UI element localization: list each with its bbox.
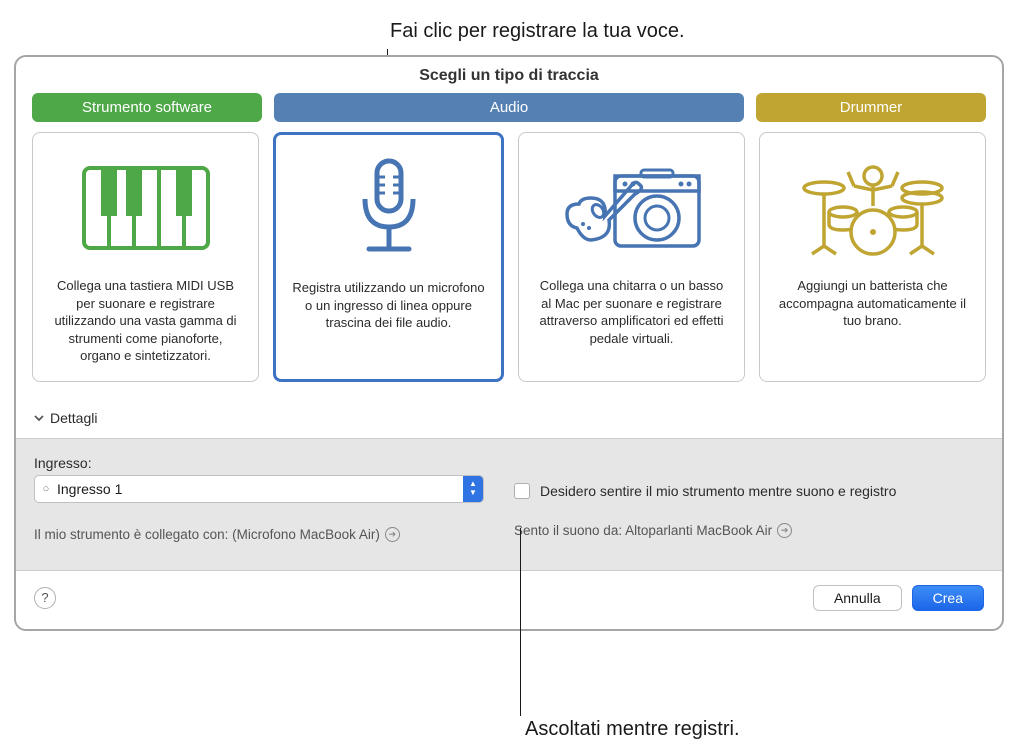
card-drums-desc: Aggiungi un batterista che accompagna au… (774, 277, 971, 330)
details-panel: Ingresso: ○ Ingresso 1 ▲▼ Il mio strumen… (16, 438, 1002, 571)
input-label: Ingresso: (34, 455, 484, 471)
details-right-column: Desidero sentire il mio strumento mentre… (514, 455, 984, 542)
instrument-connected-link[interactable]: Il mio strumento è collegato con: (Micro… (34, 527, 484, 542)
card-drummer[interactable]: Aggiungi un batterista che accompagna au… (759, 132, 986, 382)
connected-text: Il mio strumento è collegato con: (Micro… (34, 527, 380, 542)
card-audio-mic[interactable]: Registra utilizzando un microfono o un i… (273, 132, 504, 382)
track-type-window: Scegli un tipo di traccia Strumento soft… (14, 55, 1004, 631)
details-left-column: Ingresso: ○ Ingresso 1 ▲▼ Il mio strumen… (34, 455, 484, 542)
callout-bottom-text: Ascoltati mentre registri. (525, 718, 740, 741)
monitor-checkbox[interactable] (514, 483, 530, 499)
cards-row: Collega una tastiera MIDI USB per suonar… (16, 132, 1002, 404)
arrow-right-circle-icon: ➔ (385, 527, 400, 542)
chevron-down-icon (34, 410, 44, 426)
callout-top-text: Fai clic per registrare la tua voce. (390, 20, 685, 43)
monitor-label: Desidero sentire il mio strumento mentre… (540, 483, 896, 499)
updown-arrows-icon: ▲▼ (463, 476, 483, 502)
hear-from-text: Sento il suono da: Altoparlanti MacBook … (514, 523, 772, 538)
keyboard-icon (71, 153, 221, 263)
arrow-right-circle-icon: ➔ (777, 523, 792, 538)
input-value: Ingresso 1 (57, 481, 463, 497)
card-guitar-desc: Collega una chitarra o un basso al Mac p… (533, 277, 730, 347)
card-software-instrument[interactable]: Collega una tastiera MIDI USB per suonar… (32, 132, 259, 382)
hear-from-link[interactable]: Sento il suono da: Altoparlanti MacBook … (514, 523, 984, 538)
details-disclosure[interactable]: Dettagli (16, 404, 1002, 438)
window-title: Scegli un tipo di traccia (16, 57, 1002, 93)
tab-audio[interactable]: Audio (274, 93, 744, 122)
tab-row: Strumento software Audio Drummer (16, 93, 1002, 132)
cancel-button[interactable]: Annulla (813, 585, 902, 611)
monitor-checkbox-row[interactable]: Desidero sentire il mio strumento mentre… (514, 483, 984, 499)
input-select[interactable]: ○ Ingresso 1 ▲▼ (34, 475, 484, 503)
card-mic-desc: Registra utilizzando un microfono o un i… (290, 279, 487, 332)
tab-drummer[interactable]: Drummer (756, 93, 986, 122)
input-circle-icon: ○ (35, 483, 57, 495)
guitar-amp-icon (557, 153, 707, 263)
details-label: Dettagli (50, 410, 97, 426)
card-audio-guitar[interactable]: Collega una chitarra o un basso al Mac p… (518, 132, 745, 382)
tab-software-instrument[interactable]: Strumento software (32, 93, 262, 122)
footer-row: ? Annulla Crea (16, 571, 1002, 629)
card-software-desc: Collega una tastiera MIDI USB per suonar… (47, 277, 244, 365)
help-button[interactable]: ? (34, 587, 56, 609)
create-button[interactable]: Crea (912, 585, 984, 611)
drums-icon (798, 153, 948, 263)
callout-bottom-line (520, 528, 521, 716)
microphone-icon (314, 155, 464, 265)
